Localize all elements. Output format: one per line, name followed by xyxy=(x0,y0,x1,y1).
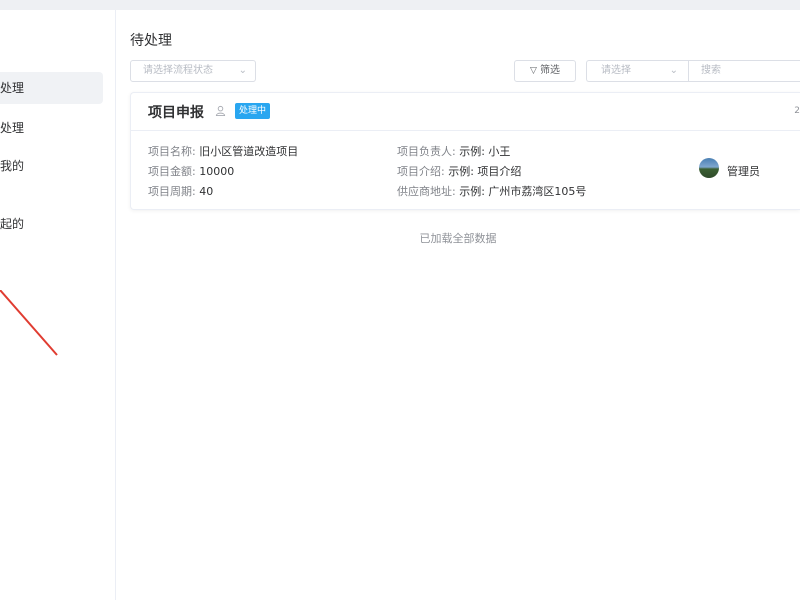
main-content: 待处理 请选择流程状态 ⌄ ▽ 筛选 请选择 ⌄ 搜索 项目申报 处理中 2 项目… xyxy=(116,10,800,600)
page-title: 待处理 xyxy=(130,33,172,49)
filter-label: 筛选 xyxy=(539,65,560,76)
field-label: 项目名称: xyxy=(148,145,196,158)
card-corner-text: 2 xyxy=(794,106,800,116)
card-title: 项目申报 xyxy=(148,105,204,121)
status-badge: 处理中 xyxy=(235,103,271,119)
field-project-name: 项目名称: 旧小区管道改造项目 xyxy=(148,143,298,159)
top-bar xyxy=(0,0,800,10)
sidebar-item-initiated[interactable]: 起的 xyxy=(0,208,24,240)
field-label: 项目金额: xyxy=(148,165,196,178)
sidebar-item-todo[interactable]: 处理 xyxy=(0,72,103,104)
field-label: 项目负责人: xyxy=(397,145,456,158)
search-type-placeholder: 请选择 xyxy=(601,65,631,76)
status-select[interactable]: 请选择流程状态 ⌄ xyxy=(130,60,256,82)
field-project-intro: 项目介绍: 示例: 项目介绍 xyxy=(397,163,521,179)
field-label: 供应商地址: xyxy=(397,185,456,198)
chevron-down-icon: ⌄ xyxy=(238,65,247,76)
search-placeholder: 搜索 xyxy=(701,65,721,76)
task-card[interactable]: 项目申报 处理中 2 项目名称: 旧小区管道改造项目 项目金额: 10000 项… xyxy=(130,92,800,210)
field-value: 40 xyxy=(199,185,214,198)
field-supplier-address: 供应商地址: 示例: 广州市荔湾区105号 xyxy=(397,183,586,199)
status-select-placeholder: 请选择流程状态 xyxy=(143,65,213,76)
card-header: 项目申报 处理中 2 xyxy=(131,93,800,131)
assignee-name: 管理员 xyxy=(727,165,760,178)
sidebar-item-handled[interactable]: 处理 xyxy=(0,112,24,144)
sidebar: 处理 处理 我的 起的 xyxy=(0,10,116,600)
field-project-owner: 项目负责人: 示例: 小王 xyxy=(397,143,510,159)
user-icon xyxy=(215,105,226,116)
search-type-select[interactable]: 请选择 ⌄ xyxy=(586,60,688,82)
chevron-down-icon: ⌄ xyxy=(669,65,678,76)
filter-button[interactable]: ▽ 筛选 xyxy=(514,60,576,82)
field-project-amount: 项目金额: 10000 xyxy=(148,163,234,179)
field-project-period: 项目周期: 40 xyxy=(148,183,213,199)
loaded-all-text: 已加载全部数据 xyxy=(419,232,497,245)
field-value: 示例: 项目介绍 xyxy=(448,165,522,178)
sidebar-item-mine[interactable]: 我的 xyxy=(0,150,24,182)
field-value: 10000 xyxy=(199,165,235,178)
field-label: 项目周期: xyxy=(148,185,196,198)
avatar xyxy=(699,158,719,178)
filter-icon: ▽ xyxy=(530,66,537,76)
field-value: 示例: 广州市荔湾区105号 xyxy=(459,185,587,198)
field-value: 示例: 小王 xyxy=(459,145,511,158)
field-label: 项目介绍: xyxy=(397,165,445,178)
field-value: 旧小区管道改造项目 xyxy=(199,145,299,158)
search-input[interactable]: 搜索 xyxy=(688,60,800,82)
